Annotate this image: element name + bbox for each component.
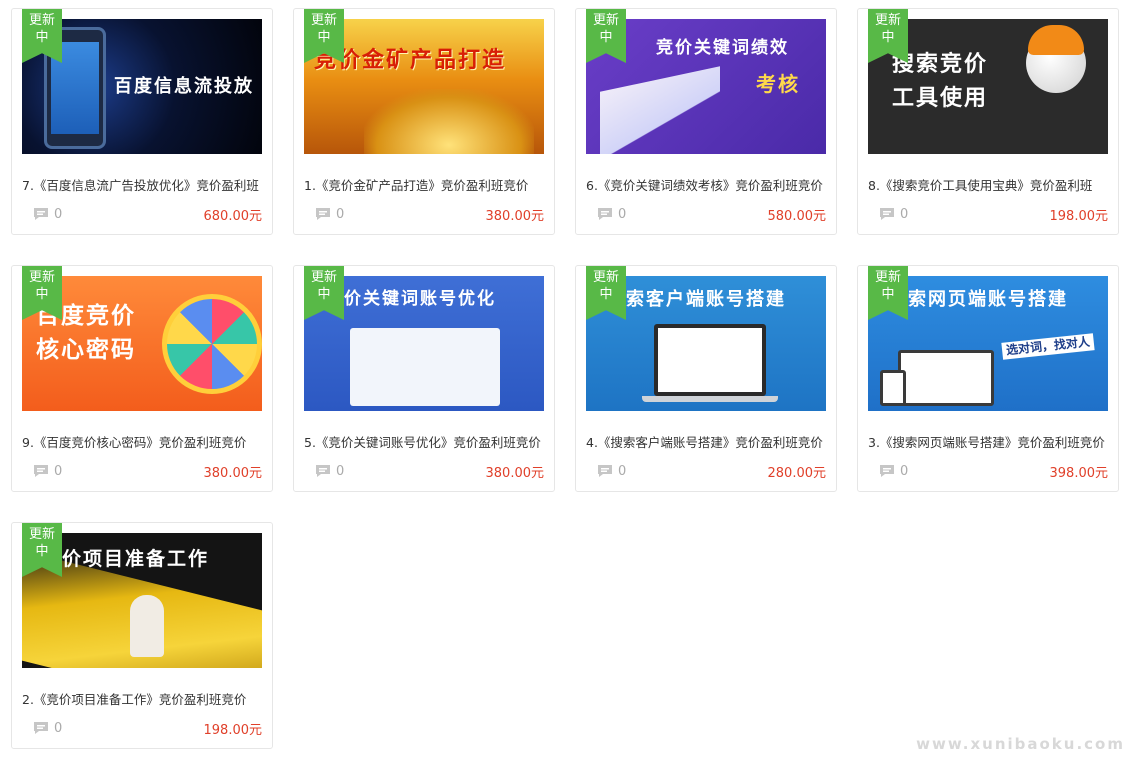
- thumbnail-caption: 索客户端账号搭建: [626, 289, 786, 310]
- thumbnail-caption: 价关键词账号优化: [344, 289, 496, 309]
- comment-count[interactable]: 0: [597, 463, 626, 479]
- comment-count[interactable]: 0: [879, 206, 908, 222]
- course-price: 398.00元: [1049, 466, 1109, 481]
- comment-icon: [316, 208, 330, 220]
- thumbnail-caption-2: 工具使用: [892, 86, 989, 111]
- comment-icon: [880, 465, 894, 477]
- office-desk-graphic: [600, 66, 720, 154]
- comment-count[interactable]: 0: [597, 206, 626, 222]
- course-title-link[interactable]: 8.《搜索竞价工具使用宝典》竞价盈利班: [868, 175, 1108, 194]
- course-title-link[interactable]: 3.《搜索网页端账号搭建》竞价盈利班竞价: [868, 432, 1108, 451]
- comment-icon: [34, 465, 48, 477]
- devices-graphic: [898, 350, 994, 406]
- course-price: 580.00元: [767, 209, 827, 224]
- tablet-graphic: [880, 370, 906, 406]
- course-price: 380.00元: [203, 466, 263, 481]
- course-card[interactable]: 更新中 竞价关键词绩效 考核 6.《竞价关键词绩效考核》竞价盈利班竞价 0 58…: [575, 8, 837, 235]
- comment-count[interactable]: 0: [33, 463, 62, 479]
- laptop-graphic: [654, 324, 766, 396]
- course-title-link[interactable]: 7.《百度信息流广告投放优化》竞价盈利班: [22, 175, 262, 194]
- comment-icon: [316, 465, 330, 477]
- runner-graphic: [130, 595, 164, 657]
- thumbnail-caption-2: 选对词，找对人: [1001, 333, 1095, 360]
- helmet-graphic: [1028, 25, 1084, 55]
- gold-coins-graphic: [364, 89, 534, 154]
- course-price: 198.00元: [1049, 209, 1109, 224]
- course-title-link[interactable]: 5.《竞价关键词账号优化》竞价盈利班竞价: [304, 432, 544, 451]
- thumbnail-caption: 竞价关键词绩效: [656, 38, 789, 58]
- wheel-graphic: [162, 294, 262, 394]
- comment-icon: [34, 208, 48, 220]
- course-card[interactable]: 更新中 百度竞价 核心密码 9.《百度竞价核心密码》竞价盈利班竞价 0 380.…: [11, 265, 273, 492]
- comment-count[interactable]: 0: [33, 206, 62, 222]
- course-card[interactable]: 更新中 价项目准备工作 2.《竞价项目准备工作》竞价盈利班竞价 0 198.00…: [11, 522, 273, 749]
- course-price: 280.00元: [767, 466, 827, 481]
- site-watermark: www.xunibaoku.com: [916, 735, 1125, 753]
- comment-icon: [880, 208, 894, 220]
- thumbnail-caption-2: 核心密码: [36, 337, 136, 363]
- course-title-link[interactable]: 4.《搜索客户端账号搭建》竞价盈利班竞价: [586, 432, 826, 451]
- course-title-link[interactable]: 6.《竞价关键词绩效考核》竞价盈利班竞价: [586, 175, 826, 194]
- course-price: 380.00元: [485, 209, 545, 224]
- comment-count[interactable]: 0: [879, 463, 908, 479]
- course-card[interactable]: 更新中 价关键词账号优化 5.《竞价关键词账号优化》竞价盈利班竞价 0 380.…: [293, 265, 555, 492]
- comment-count[interactable]: 0: [315, 206, 344, 222]
- thumbnail-caption: 索网页端账号搭建: [908, 289, 1068, 310]
- course-card[interactable]: 更新中 百度信息流投放 7.《百度信息流广告投放优化》竞价盈利班 0 680.0…: [11, 8, 273, 235]
- thumbnail-caption: 百度信息流投放: [114, 76, 254, 97]
- comment-icon: [598, 208, 612, 220]
- course-card[interactable]: 更新中 竞价金矿产品打造 1.《竞价金矿产品打造》竞价盈利班竞价 0 380.0…: [293, 8, 555, 235]
- course-price: 198.00元: [203, 723, 263, 738]
- thumbnail-caption-2: 考核: [756, 72, 800, 96]
- laptop-base-graphic: [642, 396, 778, 402]
- thumbnail-caption: 价项目准备工作: [62, 548, 210, 570]
- course-card[interactable]: 更新中 索网页端账号搭建 选对词，找对人 3.《搜索网页端账号搭建》竞价盈利班竞…: [857, 265, 1119, 492]
- browser-window-graphic: [350, 328, 500, 406]
- course-price: 680.00元: [203, 209, 263, 224]
- comment-icon: [34, 722, 48, 734]
- comment-icon: [598, 465, 612, 477]
- comment-count[interactable]: 0: [315, 463, 344, 479]
- course-card[interactable]: 更新中 索客户端账号搭建 4.《搜索客户端账号搭建》竞价盈利班竞价 0 280.…: [575, 265, 837, 492]
- course-title-link[interactable]: 1.《竞价金矿产品打造》竞价盈利班竞价: [304, 175, 544, 194]
- course-title-link[interactable]: 9.《百度竞价核心密码》竞价盈利班竞价: [22, 432, 262, 451]
- course-price: 380.00元: [485, 466, 545, 481]
- course-card[interactable]: 更新中 搜索竞价 工具使用 8.《搜索竞价工具使用宝典》竞价盈利班 0 198.…: [857, 8, 1119, 235]
- comment-count[interactable]: 0: [33, 720, 62, 736]
- course-title-link[interactable]: 2.《竞价项目准备工作》竞价盈利班竞价: [22, 689, 262, 708]
